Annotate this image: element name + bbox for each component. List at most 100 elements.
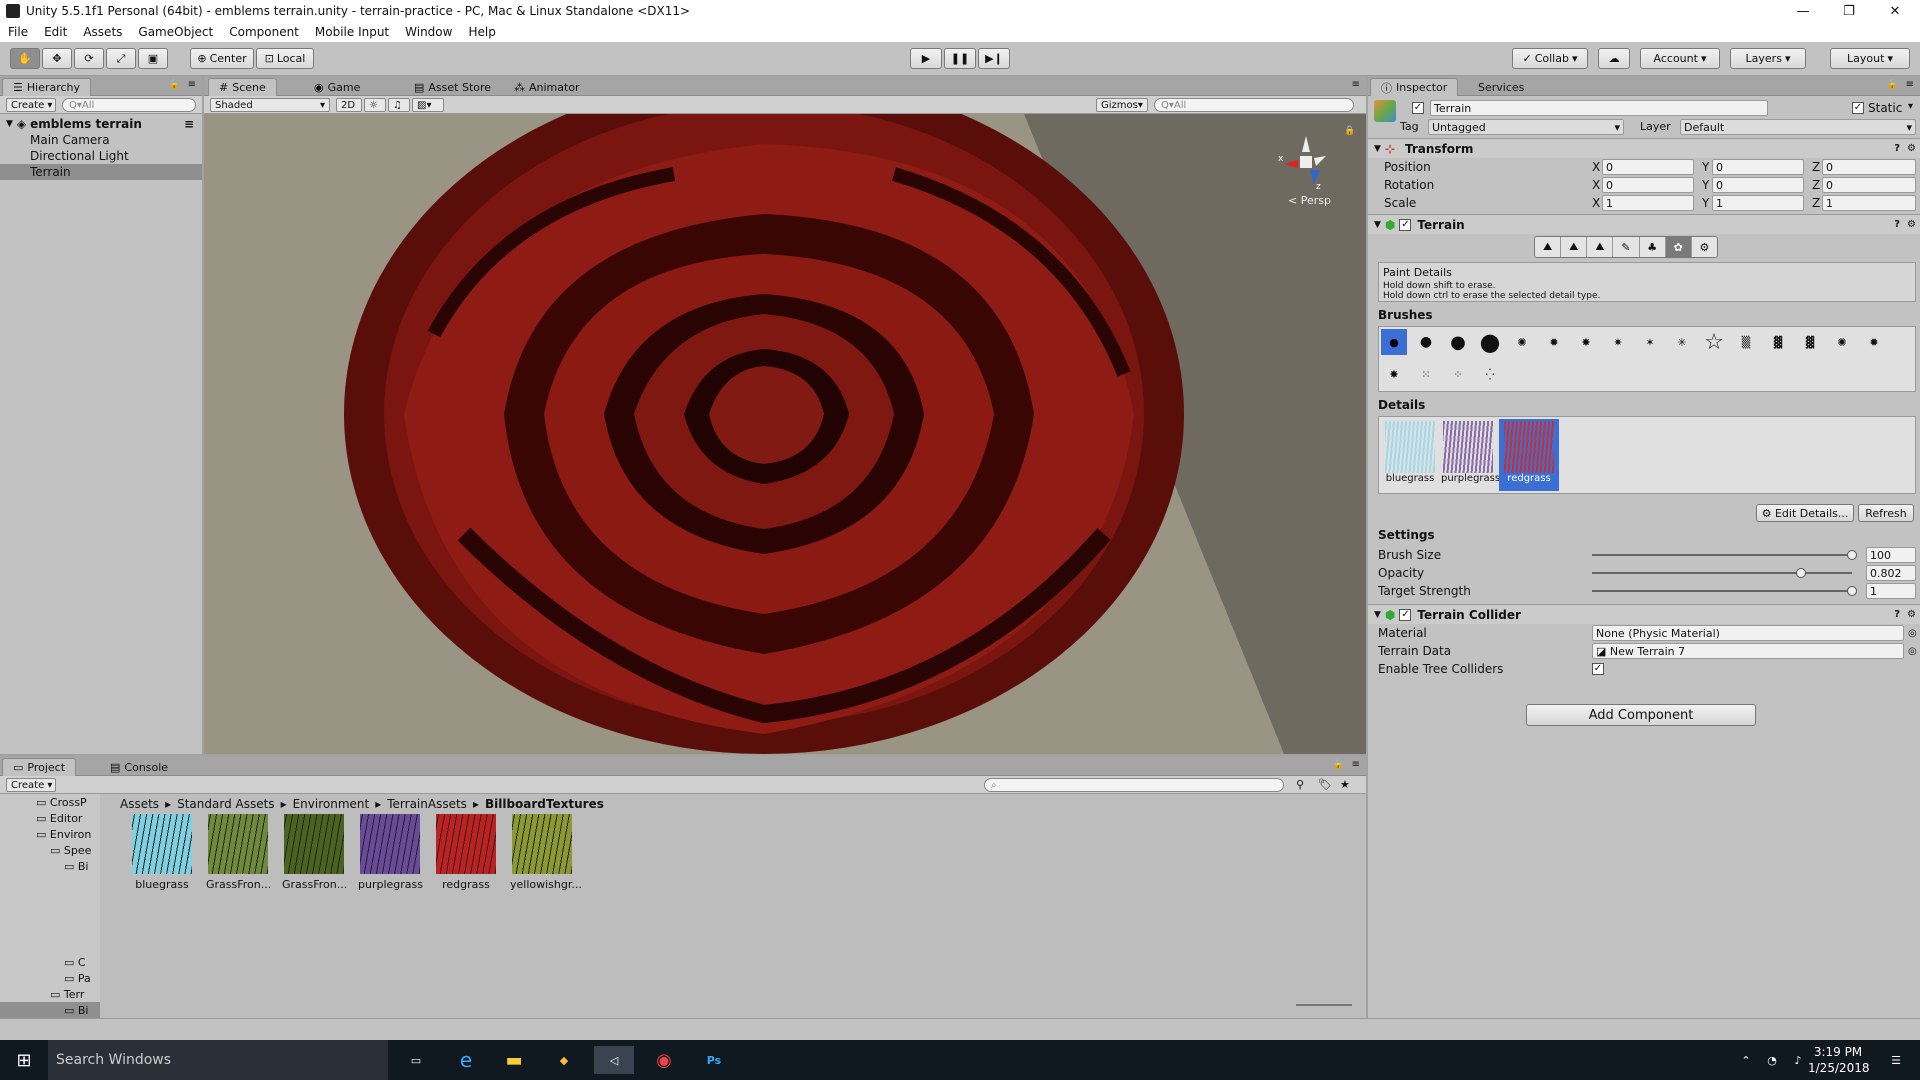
asset-tile[interactable]: bluegrass [130, 814, 194, 891]
place-trees-icon[interactable]: ♣ [1639, 237, 1666, 257]
brush-star-2[interactable]: ☆ [1701, 329, 1727, 355]
hierarchy-item-main-camera[interactable]: Main Camera [0, 132, 202, 148]
scale-x-field[interactable]: 1 [1602, 195, 1694, 211]
opacity-slider[interactable] [1592, 572, 1852, 574]
panel-menu-icon[interactable]: ≡ [1352, 79, 1360, 90]
tab-inspector[interactable]: ⓘ Inspector [1370, 78, 1459, 96]
gizmos-dropdown[interactable]: Gizmos ▾ [1096, 98, 1148, 112]
terrain-settings-icon[interactable]: ⚙ [1691, 237, 1717, 257]
folder-row[interactable]: ▭ C [0, 954, 112, 970]
tab-asset-store[interactable]: ▤ Asset Store [404, 78, 501, 96]
hierarchy-item-terrain[interactable]: Terrain [0, 164, 202, 180]
brush-blob-2[interactable]: ⁙ [1413, 361, 1439, 387]
refresh-button[interactable]: Refresh [1858, 504, 1914, 522]
asset-tile[interactable]: yellowishgr... [510, 814, 582, 891]
brush-blob-3[interactable]: ⁘ [1445, 361, 1471, 387]
gear-icon[interactable]: ⚙ [1907, 219, 1916, 230]
edge-browser-icon[interactable]: e [446, 1046, 486, 1074]
file-explorer-icon[interactable]: ▬ [494, 1046, 534, 1074]
cloud-button[interactable]: ☁ [1598, 48, 1630, 69]
chevron-down-icon[interactable]: ▾ [1908, 101, 1913, 112]
object-name-input[interactable]: Terrain [1430, 100, 1768, 116]
brush-round-3[interactable]: ● [1477, 328, 1503, 356]
brush-size-knob[interactable] [1847, 550, 1857, 560]
brush-splat-2[interactable]: ✹ [1541, 329, 1567, 355]
expand-arrow-icon[interactable]: ▼ [6, 119, 13, 129]
mode-2d-toggle[interactable]: 2D [336, 98, 362, 112]
tab-animator[interactable]: ⁂ Animator [504, 78, 590, 96]
detail-item-bluegrass[interactable]: bluegrass [1383, 421, 1437, 491]
folder-row[interactable]: ▭ Pa [0, 970, 112, 986]
tab-services[interactable]: Services [1468, 78, 1534, 96]
tab-hierarchy[interactable]: ☰ Hierarchy [2, 78, 92, 96]
help-icon[interactable]: ? [1894, 219, 1900, 230]
scale-y-field[interactable]: 1 [1712, 195, 1804, 211]
menu-component[interactable]: Component [221, 25, 307, 39]
account-dropdown[interactable]: Account ▾ [1640, 48, 1720, 69]
brush-splat-3[interactable]: ✸ [1573, 329, 1599, 355]
step-button[interactable]: ▶❙ [978, 48, 1010, 69]
lock-icon[interactable]: 🔒 [169, 80, 180, 90]
terrain-enabled-checkbox[interactable]: ✓ [1399, 218, 1412, 231]
position-x-field[interactable]: 0 [1602, 159, 1694, 175]
target-strength-knob[interactable] [1847, 586, 1857, 596]
effects-dropdown-icon[interactable]: ▨▾ [412, 98, 444, 112]
help-icon[interactable]: ? [1894, 143, 1900, 154]
lock-icon[interactable]: 🔒 [1344, 126, 1355, 136]
scene-root-row[interactable]: ▼ ◈ emblems terrain ≡ [0, 116, 202, 132]
brush-noise-2[interactable]: ▓ [1765, 329, 1791, 355]
folder-row[interactable]: ▭ Spee [0, 842, 112, 858]
layout-dropdown[interactable]: Layout ▾ [1830, 48, 1910, 69]
transform-header[interactable]: ▼ ⊹ Transform ? ⚙ [1368, 138, 1920, 158]
gear-icon[interactable]: ⚙ [1907, 609, 1916, 620]
filter-label-icon[interactable]: 🏷 [1318, 778, 1332, 791]
raise-terrain-icon[interactable]: ⛰ [1535, 237, 1562, 257]
folder-row[interactable]: ▭ CrossP [0, 794, 112, 810]
project-search-input[interactable]: ⌕ [984, 778, 1284, 792]
pause-button[interactable]: ❚❚ [944, 48, 976, 69]
breadcrumb-item[interactable]: Environment [293, 797, 370, 811]
breadcrumb-item[interactable]: Assets [120, 797, 159, 811]
project-create-button[interactable]: Create ▾ [6, 778, 56, 792]
menu-mobile-input[interactable]: Mobile Input [307, 25, 397, 39]
detail-item-redgrass[interactable]: redgrass [1499, 419, 1559, 491]
maximize-button[interactable]: ❐ [1826, 0, 1872, 22]
tree-colliders-checkbox[interactable]: ✓ [1592, 663, 1604, 675]
tab-project[interactable]: ▭ Project [2, 758, 77, 776]
paint-texture-icon[interactable]: ✎ [1613, 237, 1640, 257]
photoshop-icon[interactable]: Ps [694, 1046, 734, 1074]
brush-noise-3[interactable]: ▓ [1797, 329, 1823, 355]
menu-assets[interactable]: Assets [75, 25, 130, 39]
tab-console[interactable]: ▤ Console [100, 758, 178, 776]
thumbnail-size-slider[interactable] [1296, 1004, 1352, 1006]
taskbar-search-input[interactable]: Search Windows [48, 1040, 388, 1080]
task-view-icon[interactable]: ▭ [396, 1046, 436, 1074]
git-app-icon[interactable]: ◆ [544, 1046, 584, 1074]
windows-start-icon[interactable]: ⊞ [4, 1046, 44, 1074]
panel-menu-icon[interactable]: ≡ [1352, 759, 1360, 770]
breadcrumb-item[interactable]: Standard Assets [177, 797, 274, 811]
asset-tile[interactable]: GrassFron... [282, 814, 347, 891]
audio-toggle-icon[interactable]: ♫ [388, 98, 410, 112]
brush-blob-1[interactable]: ✸ [1381, 361, 1407, 387]
edit-details-button[interactable]: ⚙ Edit Details... [1756, 504, 1854, 522]
brush-size-field[interactable]: 100 [1866, 547, 1916, 563]
scale-tool-icon[interactable]: ⤢ [106, 48, 136, 69]
detail-item-purplegrass[interactable]: purplegrass [1441, 421, 1500, 491]
action-center-icon[interactable]: ☰ [1876, 1046, 1916, 1074]
hand-tool-icon[interactable]: ✋ [10, 48, 40, 69]
minimize-button[interactable]: — [1780, 0, 1826, 22]
brush-splat-1[interactable]: ✺ [1509, 329, 1535, 355]
opacity-field[interactable]: 0.802 [1866, 565, 1916, 581]
menu-file[interactable]: File [0, 25, 36, 39]
terrain-data-field[interactable]: ◪ New Terrain 7 [1592, 643, 1904, 659]
taskbar-clock[interactable]: 3:19 PM 1/25/2018 [1808, 1044, 1870, 1076]
hierarchy-item-directional-light[interactable]: Directional Light [0, 148, 202, 164]
brush-round-1[interactable]: ● [1413, 329, 1439, 355]
scale-z-field[interactable]: 1 [1822, 195, 1916, 211]
menu-gameobject[interactable]: GameObject [130, 25, 221, 39]
brush-splat-5[interactable]: ✶ [1637, 329, 1663, 355]
shading-mode-dropdown[interactable]: Shaded ▾ [210, 98, 330, 112]
scene-menu-icon[interactable]: ≡ [184, 117, 194, 131]
brush-size-slider[interactable] [1592, 554, 1852, 556]
